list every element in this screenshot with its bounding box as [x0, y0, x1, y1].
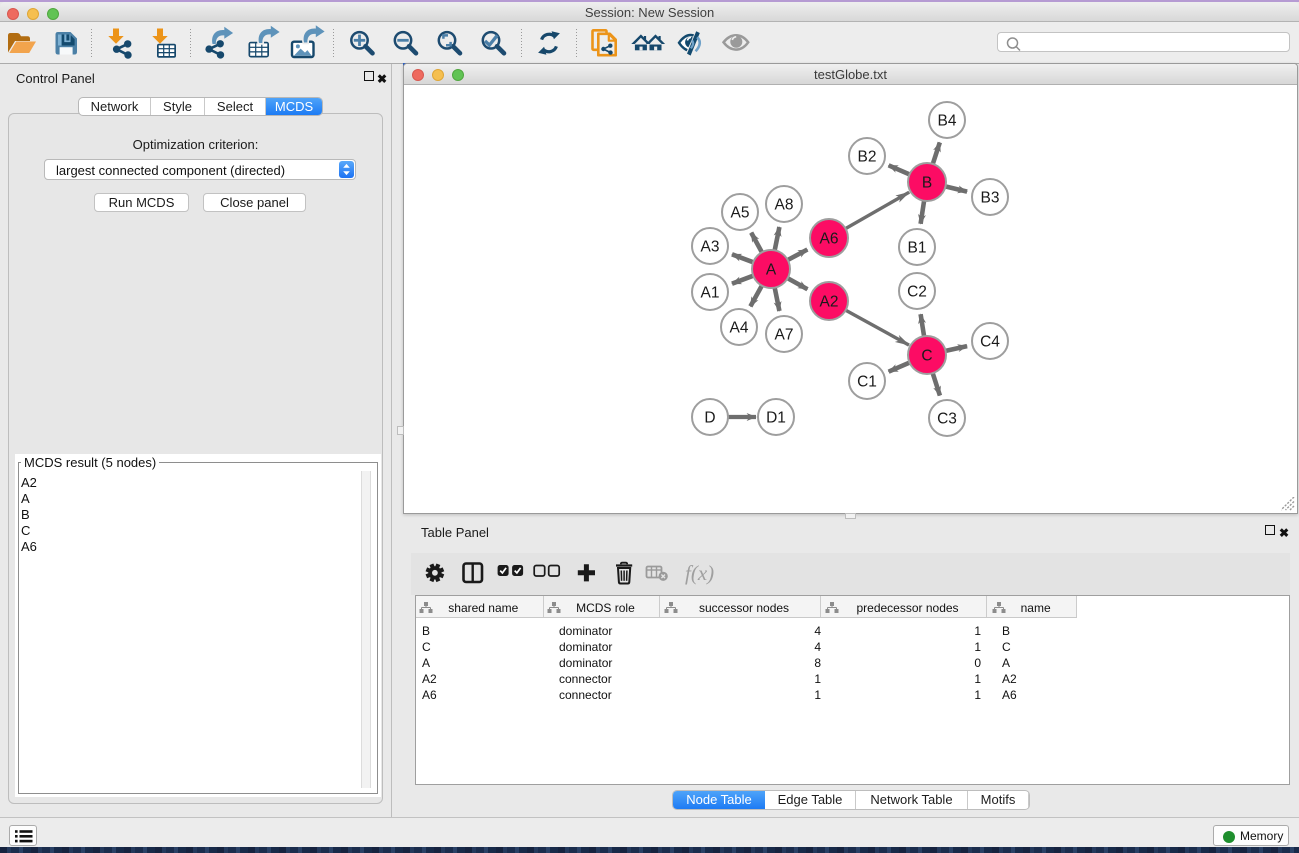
svg-text:A4: A4	[730, 320, 749, 337]
svg-text:A1: A1	[701, 285, 720, 302]
svg-text:B: B	[922, 175, 932, 192]
svg-text:A6: A6	[820, 231, 839, 248]
svg-text:f(x): f(x)	[685, 561, 714, 585]
svg-text:C3: C3	[937, 411, 957, 428]
svg-text:C2: C2	[907, 284, 927, 301]
svg-text:C: C	[921, 348, 932, 365]
svg-text:D: D	[704, 410, 715, 427]
svg-text:A2: A2	[820, 294, 839, 311]
svg-text:A5: A5	[731, 205, 750, 222]
svg-text:B1: B1	[908, 240, 927, 257]
svg-text:A7: A7	[775, 327, 794, 344]
svg-text:D1: D1	[766, 410, 786, 427]
svg-text:B4: B4	[938, 113, 957, 130]
svg-text:A8: A8	[775, 197, 794, 214]
svg-text:A: A	[766, 262, 777, 279]
svg-text:B2: B2	[858, 149, 877, 166]
svg-text:B3: B3	[981, 190, 1000, 207]
svg-text:A3: A3	[701, 239, 720, 256]
svg-text:C4: C4	[980, 334, 1000, 351]
svg-text:C1: C1	[857, 374, 877, 391]
